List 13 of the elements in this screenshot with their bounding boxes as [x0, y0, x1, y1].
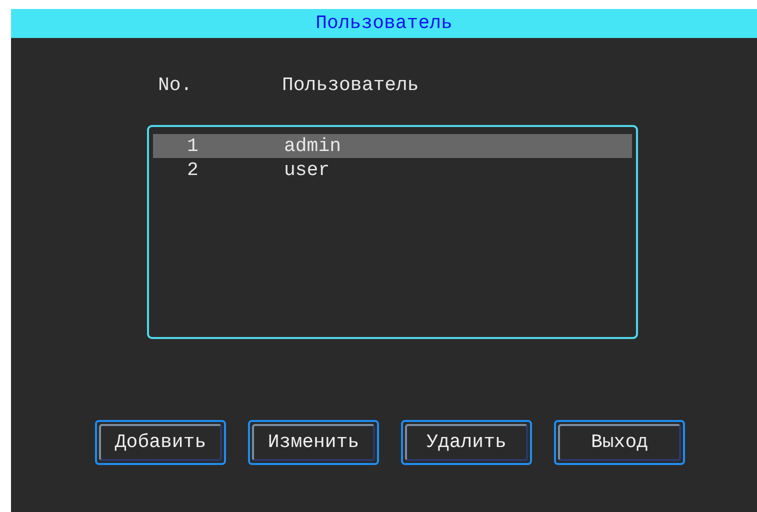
- table-cell-text: 2: [186, 158, 200, 182]
- column-header: Пользователь: [282, 73, 419, 98]
- add-button[interactable]: Добавить: [95, 420, 226, 465]
- exit-button[interactable]: Выход: [554, 420, 685, 465]
- edit-button[interactable]: Изменить: [248, 420, 379, 465]
- user-row[interactable]: 2 user: [153, 158, 632, 182]
- user-row[interactable]: 1 admin: [153, 134, 632, 158]
- delete-button[interactable]: Удалить: [401, 420, 532, 465]
- table-cell: user: [284, 158, 330, 182]
- column-header: No.: [158, 73, 194, 98]
- table-cell: admin: [284, 134, 342, 158]
- table-cell-text: 1: [186, 134, 200, 158]
- window-title: Пользователь: [11, 9, 757, 38]
